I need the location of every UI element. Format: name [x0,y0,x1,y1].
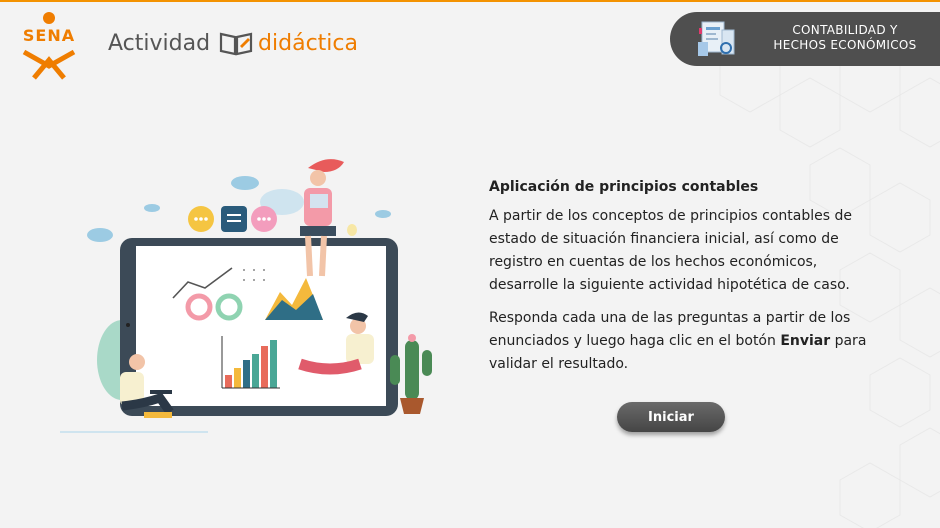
activity-paragraph-1: A partir de los conceptos de principios … [489,208,852,293]
activity-paragraph-2: Responda cada una de las preguntas a par… [489,307,889,376]
brand-word-didactica: didáctica [258,30,358,56]
brand-word-actividad: Actividad [108,30,211,56]
sena-logo: SENA [14,12,84,80]
sena-logo-text: SENA [22,26,76,45]
activity-brand: Actividad didáctica [108,28,358,58]
tablet-workspace-illustration [60,159,432,433]
module-title-line2: HECHOS ECONÓMICOS [773,38,917,52]
accounting-icon [698,21,735,56]
activity-description: Aplicación de principios contables A par… [489,179,889,386]
module-title-line1: CONTABILIDAD Y [792,23,898,37]
module-banner: CONTABILIDAD Y HECHOS ECONÓMICOS [670,12,940,66]
activity-title: Aplicación de principios contables [489,179,759,195]
open-book-icon [219,32,253,56]
sena-logo-icon [22,12,76,80]
paragraph-2-bold-enviar: Enviar [780,333,831,349]
module-title: CONTABILIDAD Y HECHOS ECONÓMICOS [750,23,940,53]
start-button[interactable]: Iniciar [617,402,725,432]
